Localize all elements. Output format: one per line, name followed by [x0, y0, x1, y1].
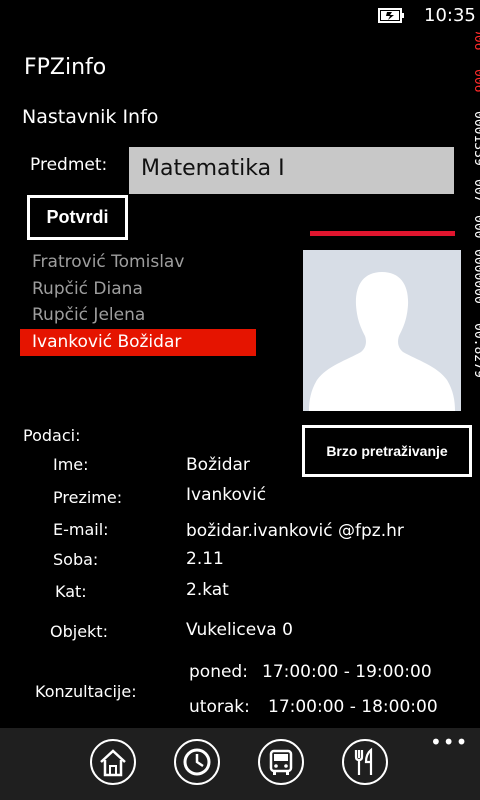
clock-icon: [183, 748, 211, 776]
schedule-button[interactable]: [174, 739, 220, 785]
app-title: FPZinfo: [24, 55, 107, 80]
building-value: Vukeliceva 0: [186, 620, 293, 640]
app-bar: [0, 728, 480, 800]
consultation-day: utorak:: [189, 697, 250, 717]
teacher-item[interactable]: Rupčić Diana: [20, 276, 256, 303]
confirm-button[interactable]: Potvrdi: [27, 195, 128, 240]
counter-2: 006: [471, 69, 480, 92]
room-value: 2.11: [186, 549, 224, 569]
building-label: Objekt:: [50, 622, 108, 641]
restaurant-button[interactable]: [342, 739, 388, 785]
status-bar: 10:35: [0, 0, 480, 32]
transport-button[interactable]: [258, 739, 304, 785]
last-name-label: Prezime:: [53, 488, 123, 507]
teacher-item[interactable]: Rupčić Jelena: [20, 302, 256, 329]
teacher-item-selected[interactable]: Ivanković Božidar: [20, 329, 256, 356]
teacher-item[interactable]: Fratrović Tomislav: [20, 249, 256, 276]
first-name-label: Ime:: [53, 455, 89, 474]
memory-counters: 006 006 0001339 007 000 0000000 00.8279: [471, 32, 480, 378]
email-value: božidar.ivanković @fpz.hr: [186, 521, 404, 541]
consultation-day: poned:: [189, 662, 248, 682]
floor-label: Kat:: [55, 582, 87, 601]
counter-5: 000: [471, 215, 480, 238]
room-label: Soba:: [53, 550, 99, 569]
person-silhouette-icon: [303, 250, 461, 411]
bus-icon: [269, 749, 293, 775]
subject-label: Predmet:: [30, 155, 108, 175]
home-icon: [100, 749, 126, 777]
subject-input[interactable]: Matematika I: [129, 147, 454, 194]
quick-search-button[interactable]: Brzo pretraživanje: [302, 425, 472, 477]
email-label: E-mail:: [53, 520, 109, 539]
battery-charging-icon: [378, 8, 404, 23]
accent-line: [310, 231, 455, 236]
home-button[interactable]: [90, 739, 136, 785]
last-name-value: Ivanković: [186, 485, 267, 505]
consultation-time: 17:00:00 - 18:00:00: [268, 697, 438, 717]
consultations-label: Konzultacije:: [35, 682, 137, 701]
counter-4: 007: [471, 179, 480, 202]
teacher-list: Fratrović Tomislav Rupčić Diana Rupčić J…: [20, 249, 256, 356]
counter-3: 0001339: [471, 111, 480, 166]
status-time: 10:35: [424, 5, 476, 26]
consultation-time: 17:00:00 - 19:00:00: [262, 662, 432, 682]
details-heading: Podaci:: [23, 426, 81, 445]
counter-6: 0000000: [471, 249, 480, 304]
page-title: Nastavnik Info: [22, 106, 159, 128]
first-name-value: Božidar: [186, 455, 250, 475]
counter-7: 00.8279: [471, 323, 480, 378]
teacher-photo: [303, 250, 461, 411]
restaurant-icon: [354, 747, 373, 775]
more-options-button[interactable]: •••: [430, 730, 468, 754]
counter-1: 006: [471, 32, 480, 50]
floor-value: 2.kat: [186, 580, 229, 600]
